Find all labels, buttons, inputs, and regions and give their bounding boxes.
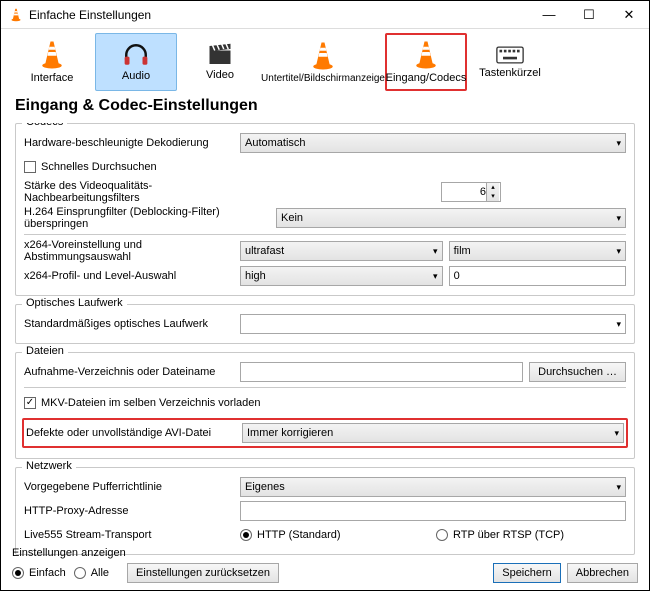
tab-label: Audio [122,70,150,82]
save-button[interactable]: Speichern [493,563,561,583]
tab-label: Interface [31,72,74,84]
tab-input-codecs[interactable]: Eingang/Codecs [385,33,467,91]
tab-label: Tastenkürzel [479,67,541,79]
footer: Einstellungen anzeigen Einfach Alle Eins… [0,541,650,591]
cone-icon [38,40,66,70]
clapper-icon [206,43,234,67]
postprocess-label: Stärke des Videoqualitäts-Nachbearbeitun… [24,180,254,204]
cache-label: Vorgegebene Pufferrichtlinie [24,481,234,493]
tab-video[interactable]: Video [179,33,261,91]
reset-button[interactable]: Einstellungen zurücksetzen [127,563,279,583]
fastseek-checkbox[interactable]: Schnelles Durchsuchen [24,161,157,173]
checkbox-icon: ✓ [24,397,36,409]
all-radio[interactable]: Alle [74,567,109,579]
group-title: Codecs [22,123,67,128]
close-button[interactable]: ✕ [609,1,649,29]
group-title: Optisches Laufwerk [22,297,127,309]
record-label: Aufnahme-Verzeichnis oder Dateiname [24,366,234,378]
postprocess-spinner[interactable]: 6 [441,182,501,202]
radio-icon [436,529,448,541]
group-optical: Optisches Laufwerk Standardmäßiges optis… [15,304,635,344]
checkbox-icon [24,161,36,173]
group-title: Netzwerk [22,460,76,472]
x264preset-label: x264-Voreinstellung und Abstimmungsauswa… [24,239,234,263]
tab-subtitles[interactable]: Untertitel/Bildschirmanzeige [263,33,383,91]
tab-audio[interactable]: Audio [95,33,177,91]
avifix-label: Defekte oder unvollständige AVI-Datei [26,427,236,439]
browse-button[interactable]: Durchsuchen … [529,362,626,382]
separator [24,387,626,388]
separator [24,234,626,235]
x264tune-select[interactable]: film [449,241,626,261]
hwdecode-select[interactable]: Automatisch [240,133,626,153]
mkv-checkbox[interactable]: ✓MKV-Dateien im selben Verzeichnis vorla… [24,397,261,409]
simple-radio[interactable]: Einfach [12,567,66,579]
cone-icon [412,40,440,70]
group-codecs: Codecs Hardware-beschleunigte Dekodierun… [15,123,635,296]
cancel-button[interactable]: Abbrechen [567,563,638,583]
app-icon [9,8,23,22]
proxy-label: HTTP-Proxy-Adresse [24,505,234,517]
group-title: Dateien [22,345,68,357]
optical-select[interactable] [240,314,626,334]
tab-label: Video [206,69,234,81]
radio-icon [12,567,24,579]
page-heading: Eingang & Codec-Einstellungen [1,93,649,123]
tab-label: Eingang/Codecs [386,72,467,84]
tab-interface[interactable]: Interface [11,33,93,91]
cache-select[interactable]: Eigenes [240,477,626,497]
show-settings-label: Einstellungen anzeigen [12,547,126,559]
window-title: Einfache Einstellungen [29,8,529,22]
group-files: Dateien Aufnahme-Verzeichnis oder Datein… [15,352,635,459]
radio-icon [240,529,252,541]
maximize-button[interactable]: ☐ [569,1,609,29]
minimize-button[interactable]: — [529,1,569,29]
hwdecode-label: Hardware-beschleunigte Dekodierung [24,137,234,149]
x264profile-select[interactable]: high [240,266,443,286]
headphones-icon [122,42,150,68]
x264level-input[interactable]: 0 [449,266,626,286]
record-input[interactable] [240,362,523,382]
x264preset-select[interactable]: ultrafast [240,241,443,261]
http-radio[interactable]: HTTP (Standard) [240,529,430,541]
h264skip-label: H.264 Einsprungfilter (Deblocking-Filter… [24,206,270,230]
tab-hotkeys[interactable]: Tastenkürzel [469,33,551,91]
h264skip-select[interactable]: Kein [276,208,626,228]
avifix-select[interactable]: Immer korrigieren [242,423,624,443]
keyboard-icon [496,45,524,65]
radio-icon [74,567,86,579]
x264profile-label: x264-Profil- und Level-Auswahl [24,270,234,282]
rtp-radio[interactable]: RTP über RTSP (TCP) [436,529,626,541]
live555-label: Live555 Stream-Transport [24,529,234,541]
optical-label: Standardmäßiges optisches Laufwerk [24,318,234,330]
highlighted-setting: Defekte oder unvollständige AVI-Datei Imm… [22,418,628,448]
tab-label: Untertitel/Bildschirmanzeige [261,73,385,84]
proxy-input[interactable] [240,501,626,521]
cone-icon [309,41,337,71]
